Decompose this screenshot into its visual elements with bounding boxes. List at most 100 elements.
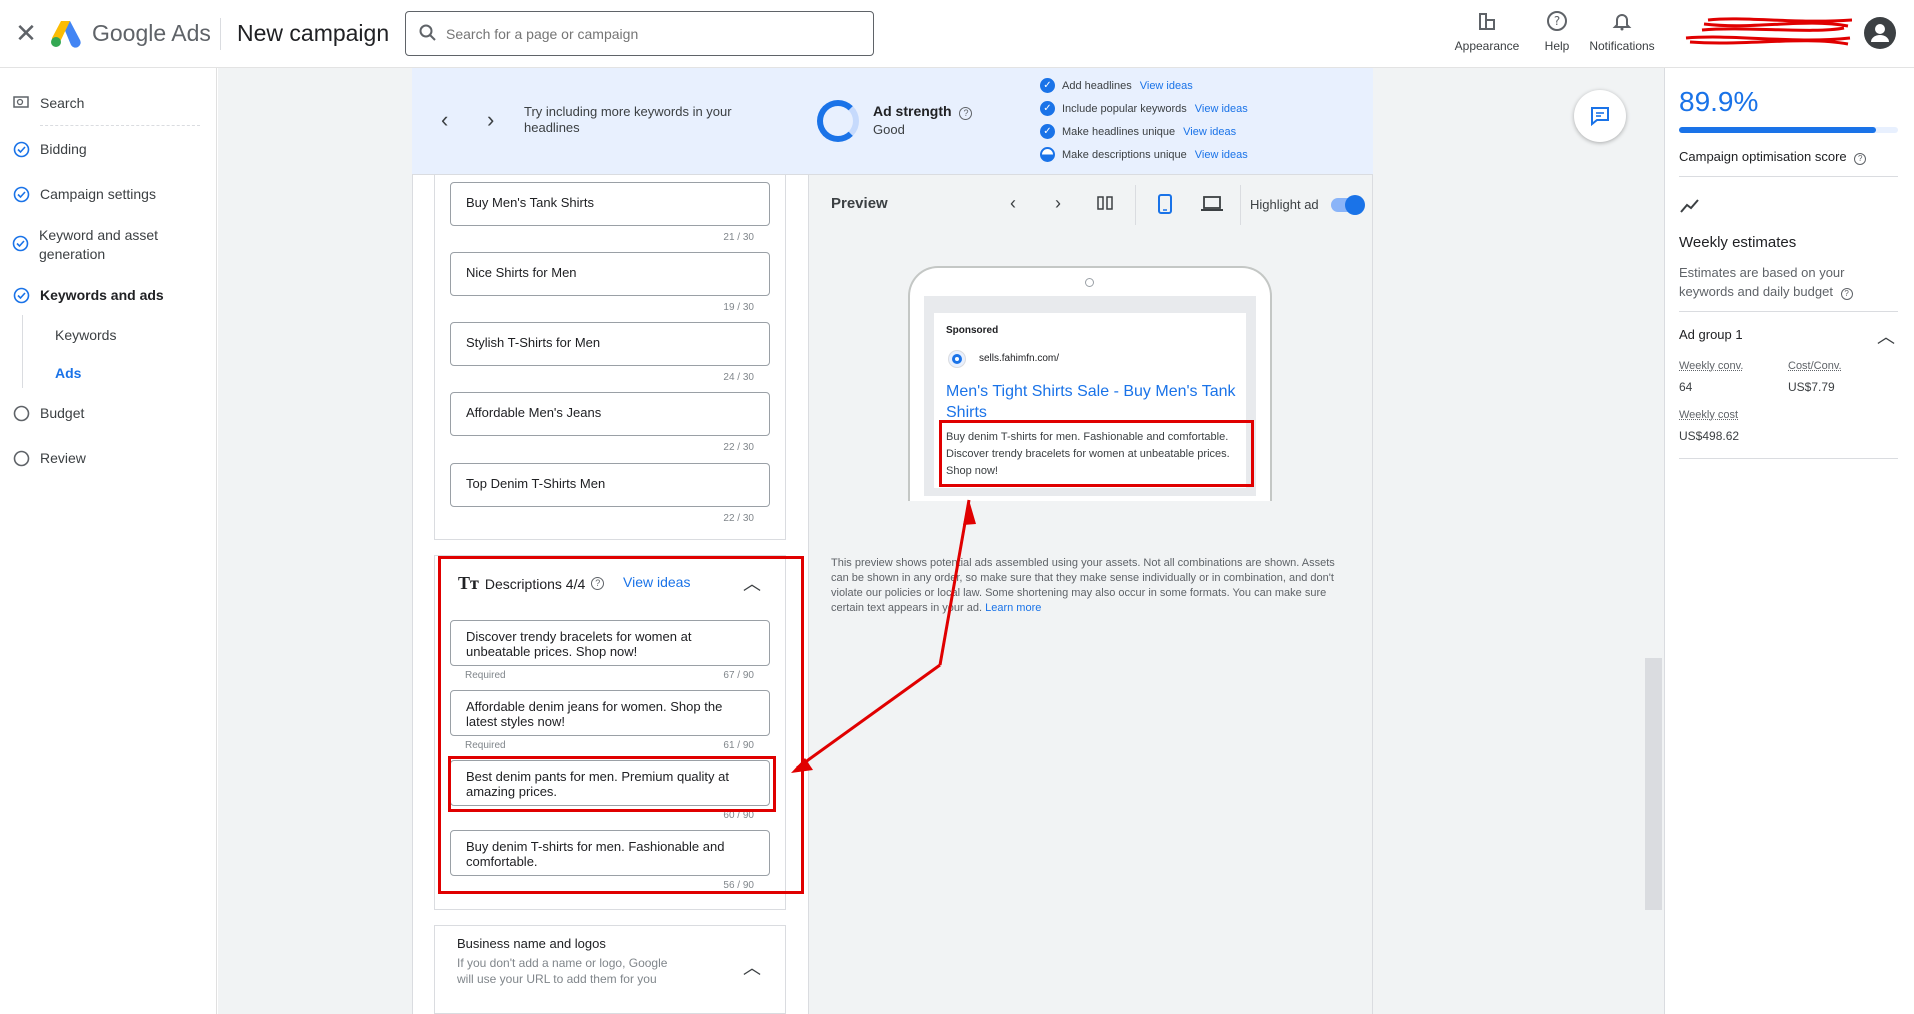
- svg-text:?: ?: [1554, 14, 1560, 28]
- scrollbar-thumb[interactable]: [1645, 658, 1662, 910]
- tip-unique-descriptions: Make descriptions unique View ideas: [1040, 147, 1248, 162]
- tip-label: Make headlines unique: [1062, 125, 1176, 138]
- user-icon: [1871, 24, 1889, 42]
- metric-value: US$498.62: [1679, 429, 1740, 443]
- view-ideas-link[interactable]: View ideas: [1195, 149, 1248, 161]
- appearance-button[interactable]: Appearance: [1447, 8, 1527, 53]
- top-bar: ✕ Google Ads New campaign Appearance ? H…: [0, 0, 1914, 68]
- headline-field[interactable]: Top Denim T-Shirts Men: [450, 463, 770, 507]
- columns-glyph: [1097, 196, 1113, 210]
- metric-label: Weekly cost: [1679, 409, 1739, 421]
- account-info-scribble[interactable]: [1684, 16, 1852, 48]
- collapse-icon[interactable]: ︿: [743, 954, 761, 980]
- char-count: 22 / 30: [723, 513, 754, 524]
- ad-strength-label: Ad strength: [873, 103, 952, 119]
- ad-display-url: sells.fahimfn.com/: [979, 353, 1060, 364]
- appearance-label: Appearance: [1454, 39, 1520, 53]
- bell-icon: [1612, 14, 1632, 31]
- business-subtitle: If you don't add a name or logo, Google …: [457, 956, 668, 986]
- tip-popular-keywords: ✓ Include popular keywords View ideas: [1040, 101, 1248, 116]
- page-title: New campaign: [237, 20, 390, 46]
- globe-glyph: [952, 354, 962, 364]
- nav-item-keywords-and-ads[interactable]: Keywords and ads: [12, 286, 164, 304]
- mobile-icon[interactable]: [1158, 194, 1172, 219]
- preview-title: Preview: [831, 195, 888, 212]
- view-ideas-link[interactable]: View ideas: [1140, 80, 1193, 92]
- check-icon: ✓: [1040, 101, 1055, 116]
- chevron-right-icon[interactable]: ›: [1055, 193, 1061, 214]
- highlight-ad-toggle[interactable]: [1331, 195, 1365, 215]
- check-circle-icon: [12, 286, 30, 304]
- chevron-right-icon[interactable]: ›: [487, 107, 494, 133]
- chevron-left-icon[interactable]: ‹: [1010, 193, 1016, 214]
- optimisation-score: 89.9%: [1679, 86, 1759, 117]
- check-icon: ✓: [1040, 124, 1055, 139]
- help-icon[interactable]: ?: [1854, 153, 1867, 165]
- preview-highlight-box: [939, 420, 1254, 487]
- feedback-button[interactable]: [1574, 90, 1626, 142]
- headline-field[interactable]: Affordable Men's Jeans: [450, 392, 770, 436]
- metric-label: Cost/Conv.: [1788, 360, 1842, 372]
- desktop-icon[interactable]: [1201, 196, 1223, 217]
- avatar[interactable]: [1864, 17, 1896, 49]
- headline-field[interactable]: Nice Shirts for Men: [450, 252, 770, 296]
- check-icon: ✓: [1040, 78, 1055, 93]
- nav-item-search[interactable]: Search: [12, 94, 84, 112]
- search-box[interactable]: [405, 11, 874, 56]
- nav-item-label: Keyword and asset generation: [39, 227, 159, 262]
- close-icon[interactable]: ✕: [13, 20, 39, 46]
- help-icon[interactable]: ?: [959, 107, 973, 120]
- score-progress-bar: [1679, 127, 1898, 133]
- divider: [1240, 185, 1241, 225]
- preview-disclaimer: This preview shows potential ads assembl…: [831, 556, 1351, 616]
- help-icon[interactable]: ?: [1840, 288, 1853, 300]
- descriptions-highlight-box: [438, 556, 804, 894]
- tip-label: Include popular keywords: [1062, 102, 1187, 115]
- nav-item-label: Keywords and ads: [40, 287, 164, 303]
- trending-up-icon: [1680, 199, 1699, 213]
- headline-field[interactable]: Buy Men's Tank Shirts: [450, 182, 770, 226]
- left-nav: Search Bidding Campaign settings Keyword…: [0, 68, 217, 1014]
- headline-field[interactable]: Stylish T-Shirts for Men: [450, 322, 770, 366]
- campaign-icon: [12, 94, 30, 112]
- search-icon: [419, 24, 436, 41]
- preview-note-text: This preview shows potential ads assembl…: [831, 557, 1335, 614]
- score-progress-fill: [1679, 127, 1876, 133]
- divider: [1679, 176, 1898, 177]
- view-ideas-link[interactable]: View ideas: [1195, 103, 1248, 115]
- feedback-icon: [1591, 107, 1609, 127]
- chevron-left-icon[interactable]: ‹: [441, 107, 448, 133]
- collapse-icon[interactable]: ︿: [1877, 323, 1895, 349]
- nav-item-keyword-generation[interactable]: Keyword and asset generation: [12, 226, 172, 264]
- notifications-button[interactable]: Notifications: [1582, 8, 1662, 53]
- nav-sub-keywords[interactable]: Keywords: [55, 327, 116, 343]
- nav-sub-line: [22, 315, 23, 388]
- divider: [1135, 185, 1136, 225]
- weekly-estimates-title: Weekly estimates: [1679, 234, 1797, 251]
- columns-icon[interactable]: [1097, 195, 1113, 216]
- tip-label: Add headlines: [1062, 79, 1132, 92]
- nav-item-campaign-settings[interactable]: Campaign settings: [12, 185, 156, 203]
- ad-strength-title: Ad strength ?: [873, 103, 973, 120]
- nav-item-review[interactable]: Review: [12, 449, 86, 467]
- appearance-icon: [1479, 13, 1495, 30]
- google-ads-logo: [51, 21, 81, 48]
- char-count: 22 / 30: [723, 442, 754, 453]
- nav-item-budget[interactable]: Budget: [12, 404, 84, 422]
- mobile-glyph: [1158, 194, 1172, 214]
- tip-label: Make descriptions unique: [1062, 148, 1187, 161]
- learn-more-link[interactable]: Learn more: [985, 602, 1041, 614]
- nav-divider: [40, 125, 200, 126]
- view-ideas-link[interactable]: View ideas: [1183, 126, 1236, 138]
- nav-sub-ads[interactable]: Ads: [55, 365, 81, 381]
- ad-strength-ring-icon: [817, 100, 859, 142]
- char-count: 24 / 30: [723, 372, 754, 383]
- check-circle-icon: [12, 185, 30, 203]
- nav-item-bidding[interactable]: Bidding: [12, 140, 87, 158]
- nav-item-label: Budget: [40, 405, 85, 421]
- search-input[interactable]: [446, 22, 856, 46]
- divider: [1679, 311, 1898, 312]
- metric-label: Weekly conv.: [1679, 360, 1744, 372]
- help-icon: ?: [1547, 11, 1567, 31]
- ad-headline[interactable]: Men's Tight Shirts Sale - Buy Men's Tank…: [946, 381, 1236, 423]
